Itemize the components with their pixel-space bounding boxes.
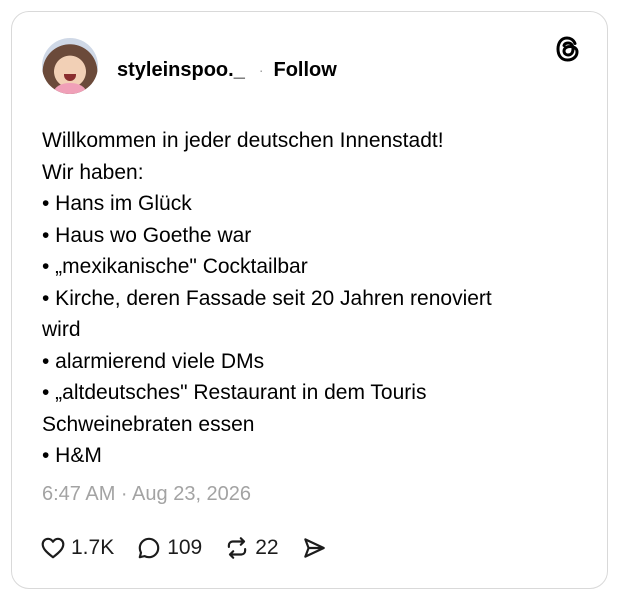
- post-timestamp[interactable]: 6:47 AM · Aug 23, 2026: [42, 483, 251, 506]
- post-line: • Hans im Glück: [42, 192, 192, 215]
- reply-count: 109: [167, 536, 203, 559]
- post-text: Willkommen in jeder deutschen Innenstadt…: [42, 125, 562, 472]
- repost-icon: [228, 537, 247, 559]
- like-count: 1.7K: [71, 536, 115, 559]
- repost-count: 22: [255, 536, 279, 559]
- like-button[interactable]: 1.7K: [40, 535, 114, 561]
- post-line: • H&M: [42, 444, 102, 467]
- post-line: Wir haben:: [42, 160, 144, 184]
- post-line: wird: [42, 318, 81, 341]
- repost-button[interactable]: 22: [224, 535, 279, 561]
- post-line: • Kirche, deren Fassade seit 20 Jahren r…: [42, 286, 492, 310]
- threads-logo-icon[interactable]: [553, 34, 583, 64]
- post-card: styleinspoo._ · Follow Willkommen in jed…: [11, 11, 608, 589]
- comment-icon: [138, 537, 160, 559]
- post-line: Schweinebraten essen: [42, 412, 255, 436]
- heart-icon: [41, 537, 65, 559]
- follow-button[interactable]: Follow: [273, 59, 336, 82]
- action-bar: 1.7K 109 22: [40, 533, 354, 563]
- share-button[interactable]: [301, 535, 332, 561]
- avatar-shirt: [54, 83, 86, 94]
- header-separator: ·: [258, 62, 264, 78]
- send-icon: [303, 538, 325, 558]
- post-line: • Haus wo Goethe war: [42, 223, 252, 247]
- post-line: • „mexikanische" Cocktailbar: [42, 255, 308, 278]
- post-line: Willkommen in jeder deutschen Innenstadt…: [42, 129, 444, 152]
- author-username[interactable]: styleinspoo._: [117, 59, 245, 82]
- post-header: styleinspoo._ · Follow: [117, 57, 337, 83]
- post-line: • „altdeutsches" Restaurant in dem Touri…: [42, 381, 427, 404]
- reply-button[interactable]: 109: [136, 535, 202, 561]
- post-line: • alarmierend viele DMs: [42, 349, 265, 373]
- avatar-mouth: [64, 74, 76, 81]
- avatar[interactable]: [42, 38, 98, 94]
